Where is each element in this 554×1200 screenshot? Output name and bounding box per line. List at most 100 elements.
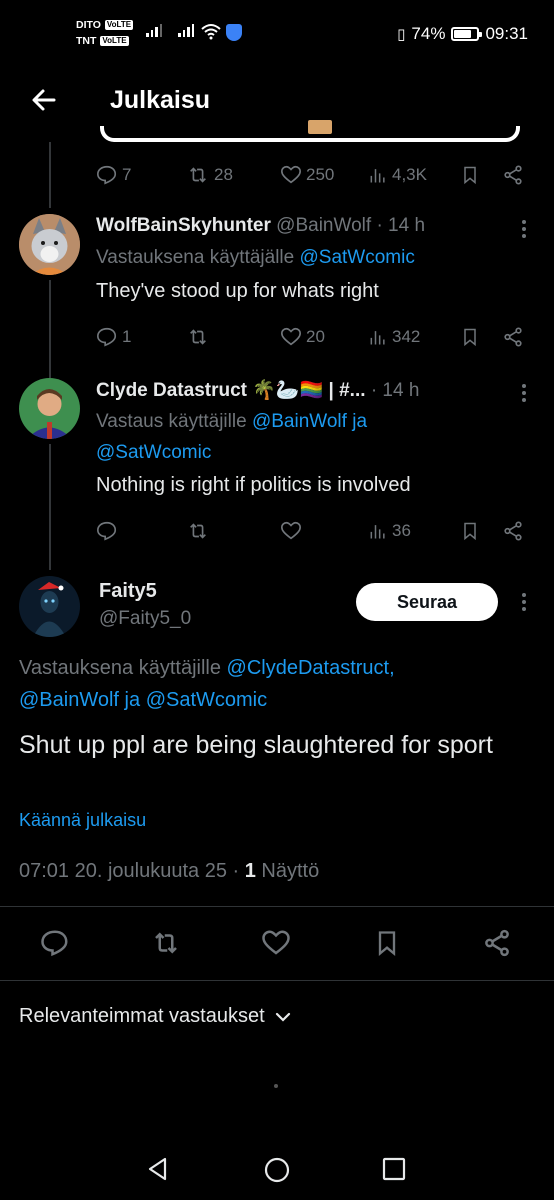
like-button[interactable]: 250 [280, 160, 334, 190]
back-arrow-icon[interactable] [28, 84, 60, 116]
mention-link[interactable]: @SatWcomic [146, 689, 267, 711]
bookmark-button[interactable] [460, 322, 480, 352]
post-time: · 14 h [370, 380, 420, 401]
repost-button[interactable] [186, 516, 210, 546]
bookmark-icon [464, 166, 476, 185]
divider [0, 980, 554, 981]
reply-icon[interactable] [40, 928, 70, 958]
thread-line [49, 142, 51, 208]
reply-prefix: Vastaus käyttäjille [96, 411, 247, 432]
signal-icon [178, 24, 194, 37]
like-count: 20 [306, 327, 325, 346]
heart-icon [281, 521, 301, 540]
battery-percent: 74% [411, 24, 446, 43]
author-name[interactable]: WolfBainSkyhunter [96, 215, 271, 236]
loading-indicator [274, 1084, 278, 1088]
share-button[interactable] [502, 160, 524, 190]
mention-joiner: ja [352, 411, 368, 432]
wifi-icon [201, 24, 221, 40]
more-options-icon[interactable] [522, 593, 528, 611]
reply-tweet[interactable]: Clyde Datastruct 🌴🦢🏳️‍🌈 | #... · 14 h Va… [96, 377, 536, 500]
shield-icon [226, 24, 242, 41]
author-name[interactable]: Faity5 [99, 580, 157, 603]
views-icon [370, 169, 385, 183]
mention-link[interactable]: @SatWcomic [300, 247, 415, 268]
mention-link[interactable]: @SatWcomic [96, 442, 211, 463]
clock: 09:31 [485, 24, 528, 43]
sort-label: Relevanteimmat vastaukset [19, 1005, 265, 1027]
views-count: 1 [244, 860, 256, 882]
views-label: Näyttö [261, 860, 320, 882]
signal-icon [146, 24, 162, 37]
view-count: 36 [392, 521, 411, 540]
views-button[interactable]: 342 [368, 322, 420, 352]
mention-link[interactable]: @ClydeDatastruct, [227, 657, 395, 679]
reply-count: 7 [122, 165, 132, 184]
like-button[interactable]: 20 [280, 322, 325, 352]
repost-count: 28 [214, 165, 233, 184]
avatar[interactable] [19, 576, 80, 637]
nav-home-icon[interactable] [263, 1156, 291, 1184]
share-icon [504, 327, 522, 347]
thread-line [49, 280, 51, 378]
more-options-icon[interactable] [522, 220, 528, 238]
views-button[interactable]: 36 [368, 516, 411, 546]
heart-icon [281, 165, 301, 184]
like-count: 250 [306, 165, 335, 184]
battery-icon [451, 27, 483, 41]
view-count: 4,3K [392, 165, 427, 184]
mention-link[interactable]: @BainWolf [19, 689, 119, 711]
page-title: Julkaisu [110, 86, 211, 114]
author-handle[interactable]: @BainWolf [276, 215, 371, 236]
follow-button[interactable]: Seuraa [356, 583, 498, 621]
mention-link[interactable]: @BainWolf [252, 411, 347, 432]
chevron-down-icon [275, 1012, 290, 1022]
sort-dropdown[interactable]: Relevanteimmat vastaukset [19, 1005, 291, 1028]
repost-icon [190, 167, 206, 183]
bookmark-icon [464, 328, 476, 347]
reply-button[interactable]: 7 [96, 160, 131, 190]
heart-icon[interactable] [261, 928, 291, 958]
system-nav-bar [0, 1140, 554, 1200]
parent-action-bar: 7 28 250 4,3K [96, 160, 534, 190]
mention-joiner: ja [124, 689, 141, 711]
translate-link[interactable]: Käännä julkaisu [19, 810, 146, 831]
tweet-text: They've stood up for whats right [96, 280, 379, 302]
views-icon [370, 331, 385, 345]
author-name[interactable]: Clyde Datastruct 🌴🦢🏳️‍🌈 | #... [96, 380, 366, 401]
repost-button[interactable] [186, 322, 210, 352]
reply-button[interactable]: 1 [96, 322, 131, 352]
post-time: · 14 h [376, 215, 426, 236]
volte-badge: VoLTE [104, 20, 134, 30]
reply-button[interactable] [96, 516, 118, 546]
avatar[interactable] [19, 378, 80, 439]
repost-icon [190, 329, 206, 345]
repost-button[interactable]: 28 [186, 160, 233, 190]
share-button[interactable] [502, 516, 524, 546]
heart-icon [281, 327, 301, 346]
reply-icon [97, 165, 117, 185]
post-datetime: 07:01 20. joulukuuta 25 · [19, 860, 240, 882]
bookmark-button[interactable] [460, 516, 480, 546]
nav-recents-icon[interactable] [382, 1157, 406, 1181]
tweet-text: Nothing is right if politics is involved [96, 474, 411, 496]
nav-back-icon[interactable] [145, 1156, 171, 1182]
share-icon [504, 521, 522, 541]
bookmark-icon[interactable] [373, 928, 401, 958]
share-icon [504, 165, 522, 185]
reply-tweet[interactable]: WolfBainSkyhunter @BainWolf · 14 h Vasta… [96, 212, 536, 306]
more-options-icon[interactable] [522, 384, 528, 402]
like-button[interactable] [280, 516, 302, 546]
parent-media[interactable] [100, 120, 520, 142]
repost-icon[interactable] [150, 928, 182, 958]
author-handle[interactable]: @Faity5_0 [99, 608, 191, 630]
avatar[interactable] [19, 214, 80, 275]
status-bar: DITO VoLTE TNT VoLTE ▯ 74% 09:31 [0, 0, 554, 70]
carrier-info: DITO VoLTE TNT VoLTE [76, 17, 134, 49]
share-icon[interactable] [482, 928, 512, 958]
post-text: Shut up ppl are being slaughtered for sp… [19, 731, 493, 759]
view-count: 342 [392, 327, 421, 346]
views-button[interactable]: 4,3K [368, 160, 427, 190]
share-button[interactable] [502, 322, 524, 352]
bookmark-button[interactable] [460, 160, 480, 190]
